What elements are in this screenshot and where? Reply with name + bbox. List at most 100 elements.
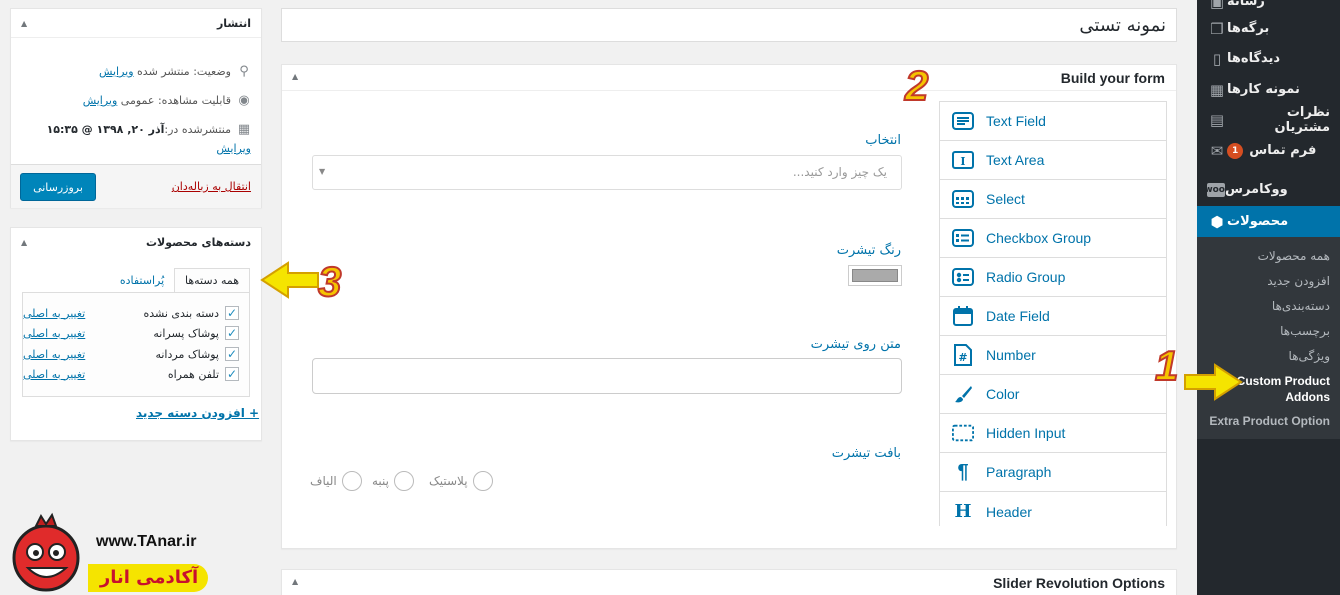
make-primary-link[interactable]: تغییر به اصلی xyxy=(23,307,85,320)
field-label-radio: بافت تیشرت xyxy=(831,446,901,461)
edit-date-link[interactable]: ویرایش xyxy=(216,142,251,155)
submenu-categories[interactable]: دسته‌بندی‌ها xyxy=(1272,299,1330,313)
radio-option-fiber[interactable]: الیاف xyxy=(310,471,362,491)
slider-revolution-box: ▲ Slider Revolution Options xyxy=(281,569,1177,595)
add-radio-group-button[interactable]: Radio Group xyxy=(940,258,1166,297)
submenu-tags[interactable]: برچسب‌ها xyxy=(1280,324,1330,338)
sidebar-item-portfolio[interactable]: نمونه کارها ▦ xyxy=(1197,74,1340,105)
color-picker[interactable] xyxy=(848,265,902,286)
make-primary-link[interactable]: تغییر به اصلی xyxy=(23,348,85,361)
select-placeholder: یک چیز وارد کنید... xyxy=(792,165,887,179)
edit-status-link[interactable]: ویرایش xyxy=(99,65,134,78)
calendar-icon xyxy=(952,305,974,327)
select-caret-icon: ▼ xyxy=(319,167,326,176)
add-checkbox-group-button[interactable]: Checkbox Group xyxy=(940,219,1166,258)
collapse-arrow-icon[interactable]: ▲ xyxy=(292,577,298,586)
watermark-name: آکادمی انار xyxy=(99,567,199,588)
make-primary-link[interactable]: تغییر به اصلی xyxy=(23,368,85,381)
add-color-button[interactable]: Color xyxy=(940,375,1166,414)
collapse-arrow-icon[interactable]: ▲ xyxy=(21,238,27,247)
radio-circle xyxy=(394,471,415,491)
edit-visibility-link[interactable]: ویرایش xyxy=(83,94,118,107)
update-button[interactable]: بروزرسانی xyxy=(20,173,96,201)
field-type-list: Text Field I Text Area Select Checkbox G… xyxy=(939,101,1167,531)
category-row: ✓ تلفن همراه تغییر به اصلی xyxy=(23,367,239,381)
add-number-button[interactable]: # Number xyxy=(940,336,1166,375)
collapse-arrow-icon[interactable]: ▲ xyxy=(21,19,27,28)
move-to-trash-link[interactable]: انتقال به زباله‌دان xyxy=(172,180,251,193)
sidebar-item-woocommerce[interactable]: ووکامرس woo xyxy=(1197,174,1340,205)
pomegranate-mascot-icon xyxy=(12,512,80,592)
submenu-add-new[interactable]: افزودن جدید xyxy=(1267,274,1330,288)
select-field[interactable]: یک چیز وارد کنید... ▼ xyxy=(312,155,902,190)
radio-circle xyxy=(472,471,493,491)
checkbox-group-icon xyxy=(952,227,974,249)
radio-option-plastic[interactable]: پلاستیک xyxy=(429,471,493,491)
comment-icon: ▯ xyxy=(1212,49,1222,68)
radio-option-cotton[interactable]: پنبه xyxy=(372,471,415,491)
category-checkbox[interactable]: ✓ xyxy=(225,347,239,361)
sidebar-item-contact-form[interactable]: فرم تماس 1 ✉ xyxy=(1197,135,1340,166)
annotation-arrow-3-icon xyxy=(260,261,319,299)
media-icon: ▣ xyxy=(1209,0,1225,11)
annotation-arrow-1-icon xyxy=(1184,363,1243,401)
calendar-icon: ▦ xyxy=(237,122,251,137)
tab-all-categories[interactable]: همه دسته‌ها xyxy=(174,268,250,293)
svg-text:#: # xyxy=(958,351,967,364)
category-row: ✓ پوشاک مردانه تغییر به اصلی xyxy=(23,347,239,361)
annotation-number-3: 3 xyxy=(317,257,342,306)
paragraph-icon: ¶ xyxy=(957,460,969,483)
category-checkbox[interactable]: ✓ xyxy=(225,326,239,340)
add-select-button[interactable]: Select xyxy=(940,180,1166,219)
sidebar-item-pages[interactable]: برگه‌ها ❒ xyxy=(1197,13,1340,44)
add-hidden-input-button[interactable]: Hidden Input xyxy=(940,414,1166,453)
add-new-category-link[interactable]: + افزودن دسته جدید xyxy=(136,406,259,420)
post-title-input[interactable] xyxy=(281,8,1177,42)
woo-icon: woo xyxy=(1204,182,1225,197)
product-icon: ⬢ xyxy=(1210,212,1224,231)
radio-circle xyxy=(341,471,362,491)
watermark-logo: www.TAnar.ir آکادمی انار xyxy=(8,512,208,592)
sidebar-item-comments[interactable]: دیدگاه‌ها ▯ xyxy=(1197,43,1340,74)
category-checkbox[interactable]: ✓ xyxy=(225,367,239,381)
form-builder-box: ▲ Build your form انتخاب یک چیز وارد کنی… xyxy=(281,64,1177,549)
form-builder-title: Build your form xyxy=(1060,70,1165,86)
category-checkbox[interactable]: ✓ xyxy=(225,306,239,320)
admin-sidebar: رسانه ▣ برگه‌ها ❒ دیدگاه‌ها ▯ نمونه کاره… xyxy=(1189,0,1340,595)
header-icon: H xyxy=(954,501,972,522)
brush-icon xyxy=(952,383,974,405)
publish-status-row: ⚲ وضعیت: منتشر شده ویرایش xyxy=(99,64,251,79)
publish-title: انتشار xyxy=(216,17,251,30)
color-preview xyxy=(852,269,898,282)
sidebar-item-products[interactable]: محصولات ⬢ xyxy=(1197,206,1340,237)
form-builder-header: ▲ Build your form xyxy=(282,65,1176,91)
add-header-button[interactable]: H Header xyxy=(940,492,1166,531)
submenu-all-products[interactable]: همه محصولات xyxy=(1258,249,1330,263)
add-text-field-button[interactable]: Text Field xyxy=(940,102,1166,141)
publish-box: ▲ انتشار ⚲ وضعیت: منتشر شده ویرایش ◉ قاب… xyxy=(10,8,262,208)
field-label-text: متن روی تیشرت xyxy=(810,337,901,352)
submenu-extra-product-option[interactable]: Extra Product Option xyxy=(1209,414,1330,428)
eye-icon: ◉ xyxy=(238,93,250,108)
sidebar-item-testimonials[interactable]: نظرات مشتریان ▤ xyxy=(1197,104,1340,135)
add-text-area-button[interactable]: I Text Area xyxy=(940,141,1166,180)
number-icon: # xyxy=(952,344,974,366)
tshirt-text-input[interactable] xyxy=(312,358,902,394)
hidden-input-icon xyxy=(952,422,974,444)
active-indicator xyxy=(1189,214,1197,230)
publish-date-row: ▦ منتشرشده در: آذر ۲۰, ۱۳۹۸ @ ۱۵:۳۵ xyxy=(46,122,251,137)
annotation-number-1: 1 xyxy=(1154,341,1179,390)
submenu-attributes[interactable]: ویژگی‌ها xyxy=(1289,349,1330,363)
products-submenu: همه محصولات افزودن جدید دسته‌بندی‌ها برچ… xyxy=(1197,237,1340,439)
publish-visibility-row: ◉ قابلیت مشاهده: عمومی ویرایش xyxy=(82,93,250,108)
field-label-color: رنگ تیشرت xyxy=(836,243,901,258)
portfolio-icon: ▦ xyxy=(1209,80,1225,99)
collapse-arrow-icon[interactable]: ▲ xyxy=(292,72,298,81)
make-primary-link[interactable]: تغییر به اصلی xyxy=(23,327,85,340)
add-date-field-button[interactable]: Date Field xyxy=(940,297,1166,336)
tab-most-used[interactable]: پُراستفاده xyxy=(112,268,172,293)
publish-actions: بروزرسانی انتقال به زباله‌دان xyxy=(11,164,261,208)
text-field-icon xyxy=(952,110,974,132)
radio-group-icon xyxy=(952,266,974,288)
add-paragraph-button[interactable]: ¶ Paragraph xyxy=(940,453,1166,492)
